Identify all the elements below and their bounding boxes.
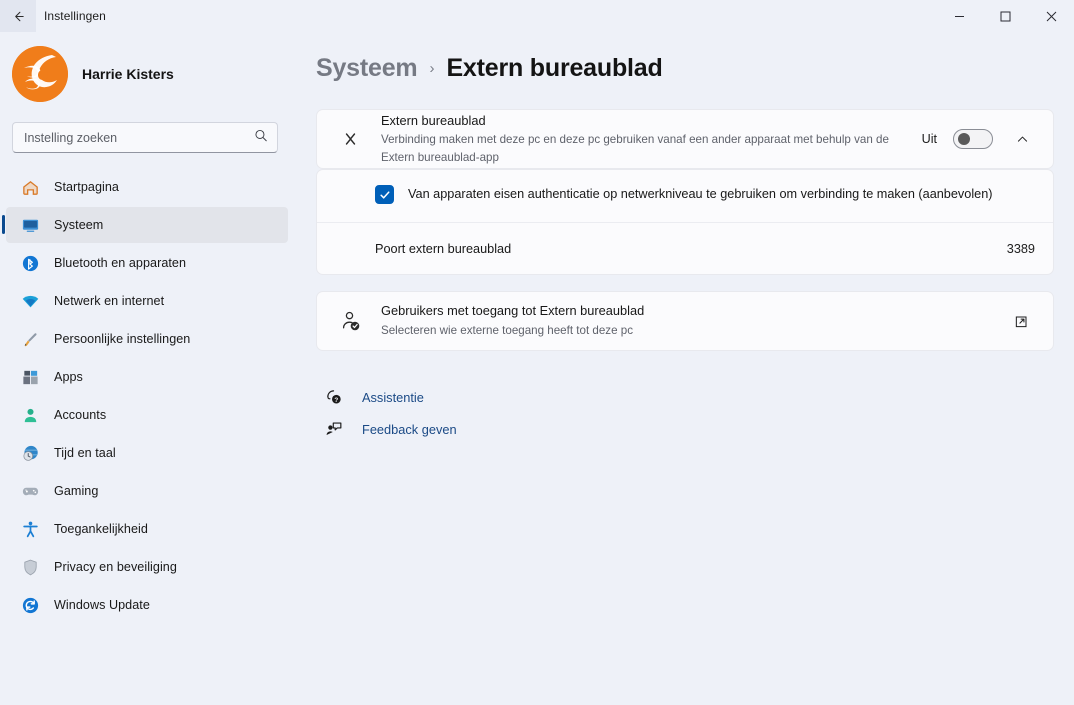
- link-assistentie[interactable]: ? Assistentie: [316, 381, 424, 413]
- window-controls: [936, 0, 1074, 32]
- close-button[interactable]: [1028, 0, 1074, 32]
- sidebar-item-gaming[interactable]: Gaming: [6, 473, 288, 509]
- nla-checkbox[interactable]: [375, 185, 394, 204]
- chevron-right-icon: ›: [429, 60, 435, 77]
- page-title: Extern bureaublad: [446, 54, 663, 82]
- sidebar-item-label: Tijd en taal: [54, 446, 116, 460]
- close-icon: [1046, 11, 1056, 21]
- sidebar-nav: Startpagina Systeem Bluetooth en apparat…: [0, 167, 288, 625]
- home-icon: [20, 177, 40, 197]
- bluetooth-icon: [20, 253, 40, 273]
- sidebar-item-tijd-en-taal[interactable]: Tijd en taal: [6, 435, 288, 471]
- update-icon: [20, 595, 40, 615]
- content-area: Systeem › Extern bureaublad Extern burea…: [296, 32, 1074, 705]
- users-access-trail: [1007, 307, 1035, 335]
- port-value: 3389: [1006, 241, 1035, 256]
- sidebar-item-label: Gaming: [54, 484, 99, 498]
- remote-desktop-options-card: Van apparaten eisen authenticatie op net…: [316, 169, 1054, 275]
- account-name: Harrie Kisters: [82, 66, 174, 82]
- breadcrumb: Systeem › Extern bureaublad: [316, 54, 1054, 83]
- maximize-button[interactable]: [982, 0, 1028, 32]
- sidebar-item-windows-update[interactable]: Windows Update: [6, 587, 288, 623]
- search-box: [12, 122, 278, 153]
- wifi-icon: [20, 291, 40, 311]
- remote-desktop-card: Extern bureaublad Verbinding maken met d…: [316, 109, 1054, 169]
- search-input[interactable]: [12, 122, 278, 153]
- svg-text:?: ?: [334, 397, 338, 404]
- sidebar-item-systeem[interactable]: Systeem: [2, 207, 288, 243]
- remote-desktop-toggle[interactable]: [953, 129, 993, 149]
- remote-desktop-title: Extern bureaublad: [381, 112, 486, 128]
- feedback-icon: [324, 419, 344, 439]
- checkmark-icon: [379, 190, 389, 199]
- account-block[interactable]: Harrie Kisters: [0, 32, 288, 116]
- external-link-icon: [1015, 315, 1027, 327]
- sidebar-item-startpagina[interactable]: Startpagina: [6, 169, 288, 205]
- monitor-icon: [20, 215, 40, 235]
- expand-collapse-button[interactable]: [1009, 126, 1035, 152]
- sidebar-item-label: Accounts: [54, 408, 107, 422]
- link-feedback-geven[interactable]: Feedback geven: [316, 413, 457, 445]
- accessibility-icon: [20, 519, 40, 539]
- maximize-icon: [1000, 11, 1010, 21]
- help-icon: ?: [324, 387, 344, 407]
- user-check-icon: [335, 309, 365, 334]
- chevron-up-icon: [1017, 136, 1027, 142]
- avatar: [12, 46, 68, 102]
- sidebar-item-netwerk-en-internet[interactable]: Netwerk en internet: [6, 283, 288, 319]
- sidebar-item-persoonlijke-instellingen[interactable]: Persoonlijke instellingen: [6, 321, 288, 357]
- remote-desktop-description: Verbinding maken met deze pc en deze pc …: [381, 133, 889, 164]
- title-bar: Instellingen: [0, 0, 1074, 32]
- toggle-knob: [958, 133, 970, 145]
- minimize-icon: [954, 15, 964, 17]
- remote-desktop-controls: Uit: [922, 126, 1035, 152]
- users-access-description: Selecteren wie externe toegang heeft tot…: [381, 323, 634, 337]
- sidebar-item-privacy-en-beveiliging[interactable]: Privacy en beveiliging: [6, 549, 288, 585]
- person-icon: [20, 405, 40, 425]
- sidebar-item-bluetooth-en-apparaten[interactable]: Bluetooth en apparaten: [6, 245, 288, 281]
- breadcrumb-parent[interactable]: Systeem: [316, 54, 418, 83]
- port-label: Poort extern bureaublad: [375, 241, 512, 256]
- sidebar-item-label: Apps: [54, 370, 83, 384]
- sidebar-item-label: Netwerk en internet: [54, 294, 165, 308]
- sidebar-item-label: Startpagina: [54, 180, 119, 194]
- back-button[interactable]: [0, 0, 36, 32]
- open-users-dialog-button[interactable]: [1007, 307, 1035, 335]
- sidebar: Harrie Kisters Startpagina: [0, 32, 296, 705]
- sidebar-item-toegankelijkheid[interactable]: Toegankelijkheid: [6, 511, 288, 547]
- remote-desktop-text: Extern bureaublad Verbinding maken met d…: [381, 112, 906, 167]
- sidebar-item-apps[interactable]: Apps: [6, 359, 288, 395]
- gamepad-icon: [20, 481, 40, 501]
- shield-icon: [20, 557, 40, 577]
- footer-links: ? Assistentie Feedback geven: [316, 381, 1054, 445]
- arrow-left-icon: [14, 11, 24, 21]
- nla-label: Van apparaten eisen authenticatie op net…: [408, 187, 993, 201]
- link-label: Assistentie: [362, 389, 424, 405]
- sidebar-item-accounts[interactable]: Accounts: [6, 397, 288, 433]
- toggle-state-label: Uit: [921, 132, 937, 146]
- users-access-title: Gebruikers met toegang tot Extern bureau…: [381, 303, 645, 319]
- sidebar-item-label: Bluetooth en apparaten: [54, 256, 187, 270]
- nla-row: Van apparaten eisen authenticatie op net…: [317, 170, 1053, 222]
- remote-desktop-row: Extern bureaublad Verbinding maken met d…: [317, 110, 1053, 168]
- sidebar-item-label: Systeem: [54, 218, 104, 232]
- port-row: Poort extern bureaublad 3389: [317, 222, 1053, 274]
- avatar-logo-icon: [12, 46, 68, 102]
- remote-desktop-icon: [335, 127, 365, 151]
- brush-icon: [20, 329, 40, 349]
- window-title: Instellingen: [44, 9, 106, 23]
- clock-globe-icon: [20, 443, 40, 463]
- users-access-card[interactable]: Gebruikers met toegang tot Extern bureau…: [316, 291, 1054, 351]
- users-access-text: Gebruikers met toegang tot Extern bureau…: [381, 302, 991, 339]
- minimize-button[interactable]: [936, 0, 982, 32]
- app-shell: Harrie Kisters Startpagina: [0, 32, 1074, 705]
- sidebar-item-label: Toegankelijkheid: [54, 522, 148, 536]
- users-access-row: Gebruikers met toegang tot Extern bureau…: [317, 292, 1053, 350]
- link-label: Feedback geven: [362, 421, 457, 437]
- sidebar-item-label: Privacy en beveiliging: [54, 560, 177, 574]
- sidebar-item-label: Windows Update: [54, 598, 150, 612]
- sidebar-item-label: Persoonlijke instellingen: [54, 332, 191, 346]
- apps-icon: [20, 367, 40, 387]
